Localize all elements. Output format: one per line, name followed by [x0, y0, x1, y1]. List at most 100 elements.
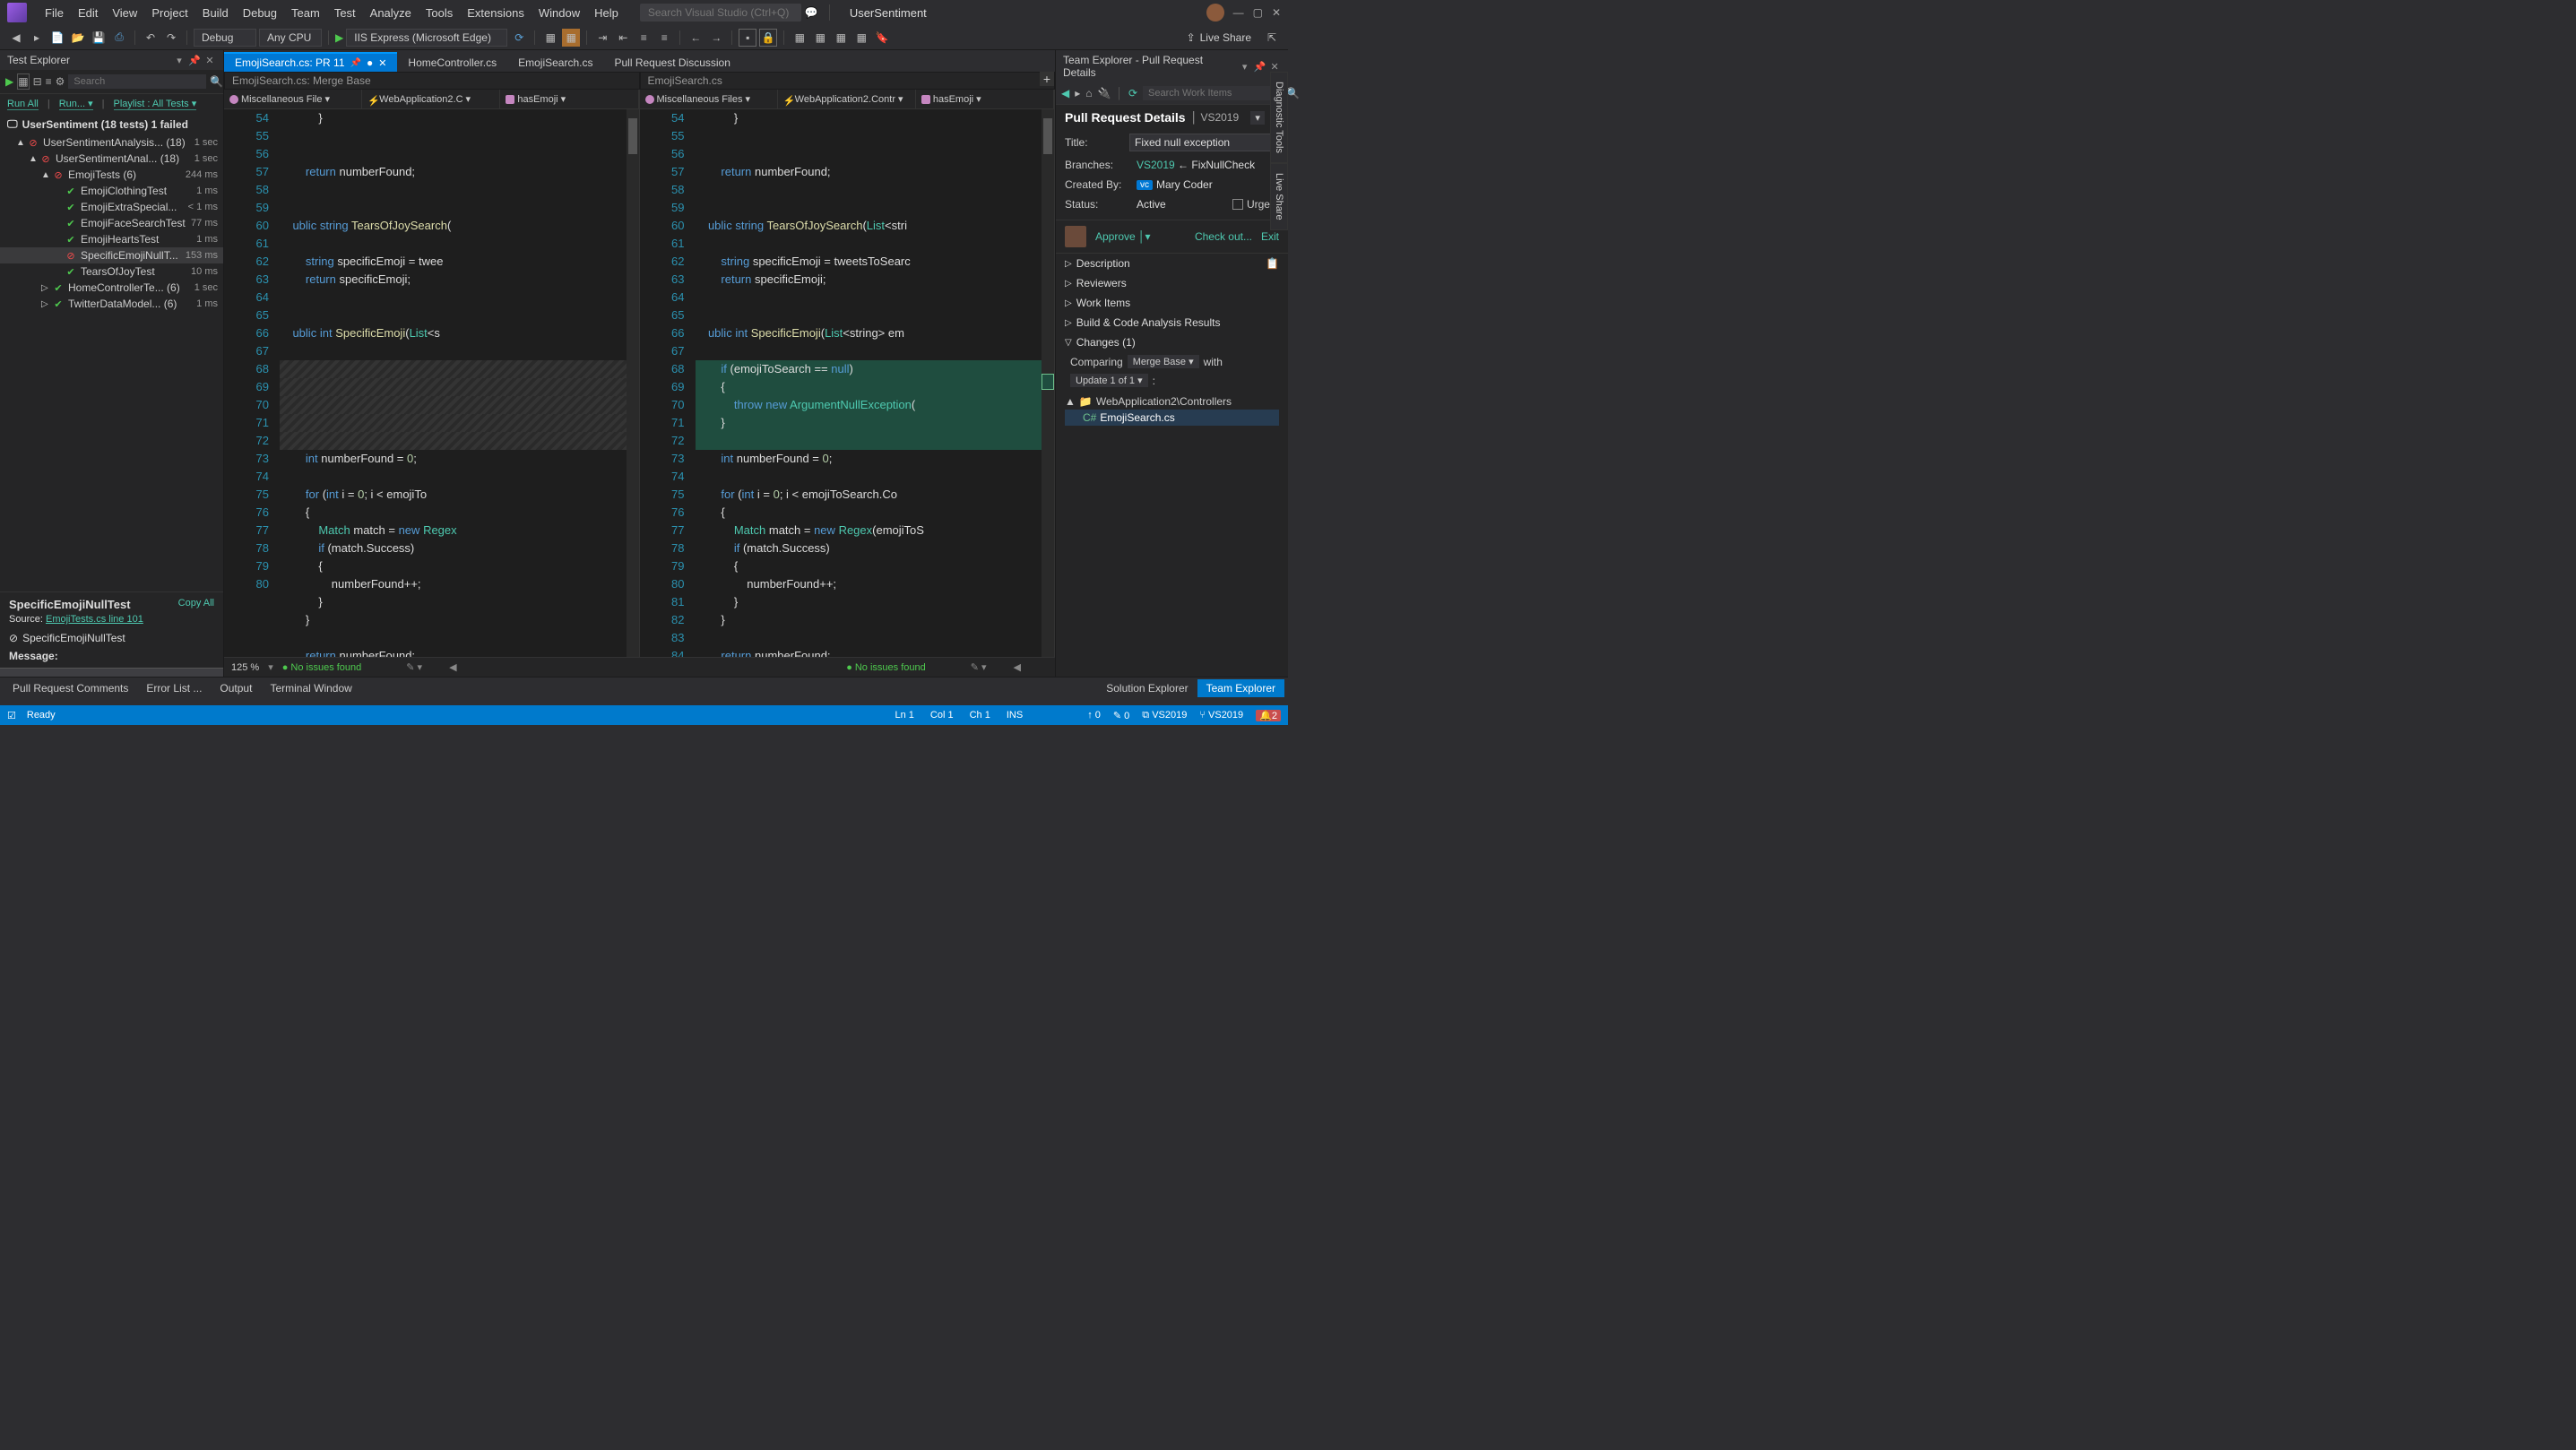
zoom-level[interactable]: 125 % — [231, 662, 259, 673]
expander-icon[interactable]: ▷ — [41, 299, 52, 309]
step-icon[interactable]: ⇥ — [593, 29, 611, 47]
open-icon[interactable]: 📂 — [69, 29, 87, 47]
test-tree-row[interactable]: ✔EmojiFaceSearchTest77 ms — [0, 215, 223, 231]
test-tree-row[interactable]: ▲⊘EmojiTests (6)244 ms — [0, 167, 223, 183]
pin-icon[interactable]: 📌 — [1253, 60, 1266, 73]
back-button[interactable]: ◀ — [7, 29, 25, 47]
undo-icon[interactable]: ↶ — [142, 29, 160, 47]
test-source-link[interactable]: EmojiTests.cs line 101 — [46, 614, 143, 625]
code-editor-right[interactable]: 5455565758596061626364656667686970717273… — [640, 109, 1055, 657]
side-tab-liveshare[interactable]: Live Share — [1270, 163, 1288, 230]
status-upload[interactable]: ↑ 0 — [1087, 710, 1101, 721]
close-icon[interactable]: ✕ — [203, 54, 216, 66]
nav-class-right[interactable]: ⚡WebApplication2.Contr ▾ — [778, 90, 916, 108]
refresh-icon[interactable]: ⟳ — [1128, 86, 1137, 100]
step-icon[interactable]: ⇤ — [614, 29, 632, 47]
menu-help[interactable]: Help — [587, 4, 626, 22]
platform-dropdown[interactable]: Any CPU — [259, 29, 322, 47]
run-icon[interactable]: ▶ — [5, 73, 13, 90]
tool-icon[interactable]: ▦ — [832, 29, 850, 47]
vs-search-input[interactable] — [640, 4, 801, 22]
bottom-tab[interactable]: Output — [211, 679, 261, 697]
run-target-dropdown[interactable]: IIS Express (Microsoft Edge) — [346, 29, 507, 47]
menu-window[interactable]: Window — [532, 4, 587, 22]
document-tab[interactable]: HomeController.cs — [397, 53, 507, 72]
dropdown-icon[interactable]: ▾ — [1239, 60, 1251, 73]
expander-icon[interactable]: ▲ — [16, 138, 27, 148]
arrow-left-icon[interactable]: ← — [687, 29, 705, 47]
expander-icon[interactable]: ▷ — [41, 283, 52, 293]
bottom-tab[interactable]: Solution Explorer — [1097, 679, 1197, 697]
exit-button[interactable]: Exit — [1261, 230, 1279, 243]
group-icon[interactable]: ▦ — [17, 73, 29, 90]
close-icon[interactable]: ✕ — [1268, 60, 1281, 73]
test-tree-row[interactable]: ▷✔HomeControllerTe... (6)1 sec — [0, 280, 223, 296]
issues-status-right[interactable]: ●No issues found — [846, 662, 926, 673]
redo-icon[interactable]: ↷ — [162, 29, 180, 47]
checkout-button[interactable]: Check out... — [1195, 230, 1252, 243]
tool-icon[interactable]: ▦ — [541, 29, 559, 47]
nav-class-left[interactable]: ⚡WebApplication2.C ▾ — [362, 90, 500, 108]
close-icon[interactable]: ✕ — [378, 57, 386, 69]
new-file-icon[interactable]: 📄 — [48, 29, 66, 47]
section-reviewers[interactable]: ▷Reviewers — [1056, 273, 1288, 293]
work-items-search[interactable] — [1143, 86, 1281, 100]
close-button[interactable]: ✕ — [1272, 6, 1281, 19]
test-tree-row[interactable]: ✔TearsOfJoyTest10 ms — [0, 263, 223, 280]
menu-extensions[interactable]: Extensions — [460, 4, 532, 22]
nav-member-right[interactable]: hasEmoji ▾ — [916, 90, 1054, 108]
menu-tools[interactable]: Tools — [419, 4, 460, 22]
test-search-input[interactable] — [68, 74, 206, 89]
approve-button[interactable]: Approve │▾ — [1095, 230, 1151, 243]
copy-all-link[interactable]: Copy All — [178, 598, 214, 608]
menu-view[interactable]: View — [105, 4, 144, 22]
menu-build[interactable]: Build — [195, 4, 236, 22]
feedback-icon[interactable]: 💬 — [805, 6, 818, 19]
menu-edit[interactable]: Edit — [71, 4, 105, 22]
menu-analyze[interactable]: Analyze — [363, 4, 419, 22]
live-share-button[interactable]: ⇪Live Share — [1178, 31, 1260, 44]
section-description[interactable]: ▷Description📋 — [1056, 254, 1288, 273]
menu-team[interactable]: Team — [284, 4, 327, 22]
arrow-right-icon[interactable]: → — [707, 29, 725, 47]
playlist-link[interactable]: Playlist : All Tests ▾ — [114, 98, 197, 110]
bottom-tab[interactable]: Pull Request Comments — [4, 679, 137, 697]
tool-icon[interactable]: ▦ — [791, 29, 808, 47]
home-icon[interactable]: ⌂ — [1085, 86, 1092, 100]
nav-member-left[interactable]: hasEmoji ▾ — [500, 90, 638, 108]
expander-icon[interactable]: ▲ — [29, 154, 39, 164]
comment-icon[interactable]: ≡ — [635, 29, 653, 47]
bookmark-icon[interactable]: 🔖 — [873, 29, 891, 47]
tool-icon[interactable]: ▦ — [852, 29, 870, 47]
minimize-button[interactable]: — — [1233, 6, 1244, 19]
uncomment-icon[interactable]: ≡ — [655, 29, 673, 47]
maximize-button[interactable]: ▢ — [1253, 6, 1263, 19]
status-branch[interactable]: ⑂ VS2019 — [1199, 710, 1243, 721]
dropdown-icon[interactable]: ▾ — [173, 54, 186, 66]
test-tree-row[interactable]: ▷✔TwitterDataModel... (6)1 ms — [0, 296, 223, 312]
search-icon[interactable]: 🔍 — [1286, 86, 1300, 100]
test-tree-row[interactable]: ▲⊘UserSentimentAnalysis... (18)1 sec — [0, 134, 223, 151]
user-avatar[interactable] — [1206, 4, 1224, 22]
config-dropdown[interactable]: Debug — [194, 29, 256, 47]
test-tree-row[interactable]: ✔EmojiClothingTest1 ms — [0, 183, 223, 199]
document-tab[interactable]: EmojiSearch.cs — [507, 53, 603, 72]
add-pane-button[interactable]: + — [1040, 72, 1054, 86]
pin-icon[interactable]: 📌 — [350, 58, 361, 68]
copy-icon[interactable]: 📋 — [1266, 257, 1279, 270]
test-tree-row[interactable]: ✔EmojiHeartsTest1 ms — [0, 231, 223, 247]
scrollbar-vertical[interactable] — [1042, 109, 1054, 657]
menu-test[interactable]: Test — [327, 4, 363, 22]
refresh-icon[interactable]: ⟳ — [510, 29, 528, 47]
section-changes[interactable]: ▽Changes (1) — [1056, 332, 1288, 352]
test-tree-row[interactable]: ✔EmojiExtraSpecial...< 1 ms — [0, 199, 223, 215]
settings-icon[interactable]: ⚙ — [56, 73, 65, 90]
file-row[interactable]: C#EmojiSearch.cs — [1065, 410, 1279, 426]
plug-icon[interactable]: 🔌 — [1098, 86, 1111, 100]
nav-dropdown[interactable]: ▾ — [1250, 111, 1265, 125]
bottom-tab[interactable]: Team Explorer — [1197, 679, 1284, 697]
tool-icon[interactable]: ▦ — [562, 29, 580, 47]
menu-file[interactable]: File — [38, 4, 71, 22]
filter-icon[interactable]: ≡ — [46, 73, 52, 90]
forward-button[interactable]: ▸ — [28, 29, 46, 47]
